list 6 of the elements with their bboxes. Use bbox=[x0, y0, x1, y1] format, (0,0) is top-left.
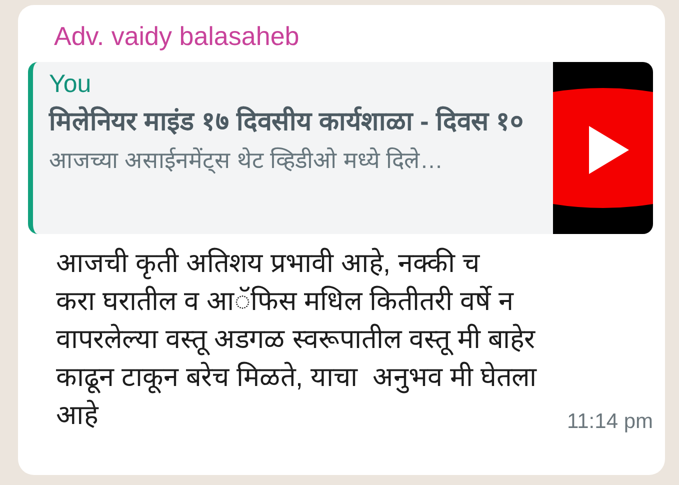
sender-name: Adv. vaidy balasaheb bbox=[53, 20, 300, 53]
quoted-snippet: आजच्या असाईनमेंट्स थेट व्हिडीओ मध्ये दिले… bbox=[49, 146, 444, 175]
quoted-title: मिलेनियर माइंड १७ दिवसीय कार्यशाळा - दिवस १० bbox=[49, 105, 526, 138]
quoted-author: You bbox=[49, 70, 92, 99]
message-text: आजची कृती अतिशय प्रभावी आहे, नक्की च करा घरातील व आॅफिस मधिल कितीतरी वर्षे न वापरलेल्या वस्तू अडगळ स्वरूपातील वस्तू मी बाहेर काढून टाकून बरेच मिळते, याचा अनुभव मी घेतला आहे bbox=[56, 246, 537, 432]
message-time: 11:14 pm bbox=[567, 410, 653, 434]
